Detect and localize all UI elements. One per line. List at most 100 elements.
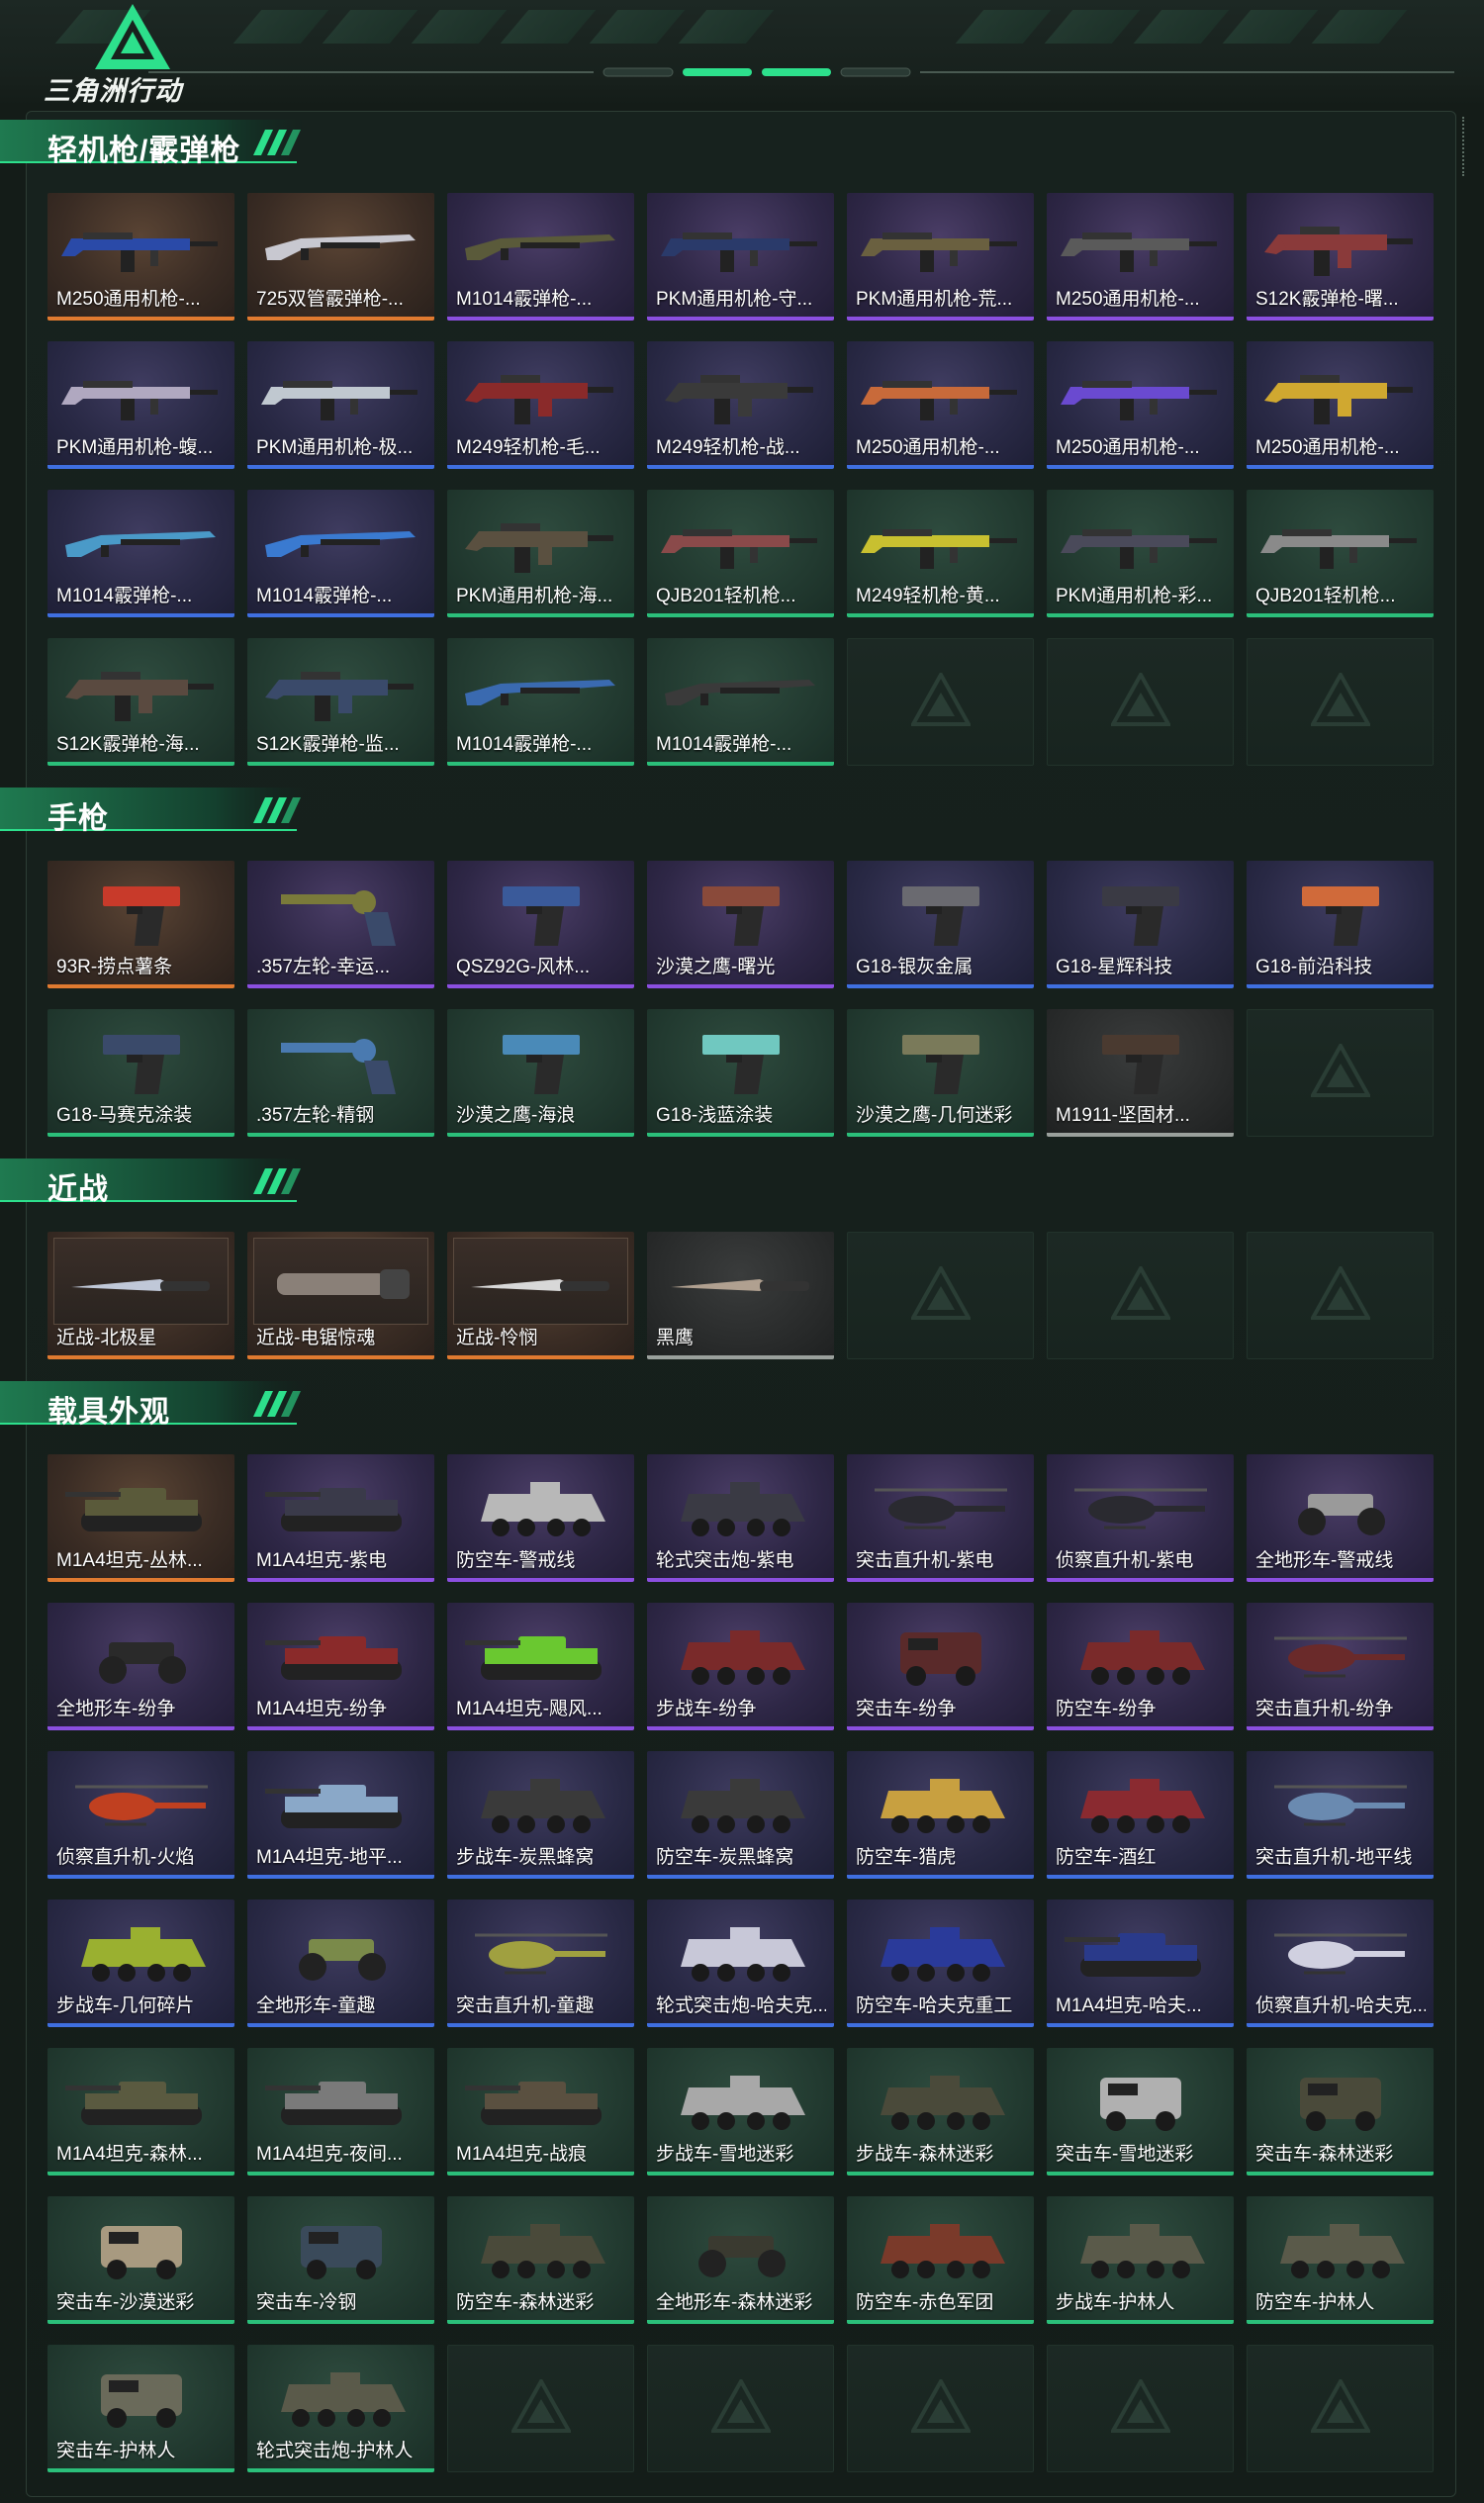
skin-card[interactable]: M1A4坦克-哈夫... xyxy=(1047,1900,1234,2027)
skin-card[interactable]: 突击车-雪地迷彩 xyxy=(1047,2048,1234,2176)
skin-card[interactable]: 步战车-几何碎片 xyxy=(47,1900,234,2027)
skin-card[interactable]: M1A4坦克-飓风... xyxy=(447,1603,634,1730)
skin-card[interactable]: G18-星辉科技 xyxy=(1047,861,1234,988)
skin-card[interactable]: 突击车-沙漠迷彩 xyxy=(47,2196,234,2324)
skin-card[interactable]: 全地形车-警戒线 xyxy=(1247,1454,1434,1582)
skin-card[interactable]: 725双管霰弹枪-... xyxy=(247,193,434,321)
scrollbar[interactable] xyxy=(1462,117,1466,176)
skin-card[interactable]: 突击直升机-童趣 xyxy=(447,1900,634,2027)
skin-card[interactable]: PKM通用机枪-荒... xyxy=(847,193,1034,321)
skin-card[interactable]: M1014霰弹枪-... xyxy=(247,490,434,617)
skin-name: M249轻机枪-毛... xyxy=(456,437,601,458)
skin-card[interactable]: M1A4坦克-战痕 xyxy=(447,2048,634,2176)
skin-card[interactable]: 突击车-护林人 xyxy=(47,2345,234,2472)
placeholder-logo-icon xyxy=(1111,1266,1170,1320)
skin-card[interactable]: G18-马赛克涂装 xyxy=(47,1009,234,1137)
skin-card[interactable]: 侦察直升机-紫电 xyxy=(1047,1454,1234,1582)
skin-card[interactable]: 防空车-猎虎 xyxy=(847,1751,1034,1879)
skin-card[interactable]: M250通用机枪-... xyxy=(847,341,1034,469)
skin-card[interactable]: 突击车-纷争 xyxy=(847,1603,1034,1730)
skin-card[interactable]: 突击车-森林迷彩 xyxy=(1247,2048,1434,2176)
skin-card[interactable]: QSZ92G-风林... xyxy=(447,861,634,988)
revolver-icon xyxy=(281,1039,396,1094)
skin-card[interactable]: 突击车-冷钢 xyxy=(247,2196,434,2324)
skin-card[interactable]: G18-银灰金属 xyxy=(847,861,1034,988)
skin-card[interactable]: S12K霰弹枪-曙... xyxy=(1247,193,1434,321)
skin-card[interactable]: 步战车-炭黑蜂窝 xyxy=(447,1751,634,1879)
skin-card[interactable]: M250通用机枪-... xyxy=(1047,193,1234,321)
skin-card[interactable]: 轮式突击炮-护林人 xyxy=(247,2345,434,2472)
skin-card[interactable]: M249轻机枪-毛... xyxy=(447,341,634,469)
skin-card[interactable]: 防空车-炭黑蜂窝 xyxy=(647,1751,834,1879)
skin-card[interactable]: M1014霰弹枪-... xyxy=(47,490,234,617)
skin-card[interactable]: 沙漠之鹰-几何迷彩 xyxy=(847,1009,1034,1137)
placeholder-logo-icon xyxy=(1111,673,1170,726)
skin-card[interactable]: 沙漠之鹰-海浪 xyxy=(447,1009,634,1137)
skin-card[interactable]: M1A4坦克-紫电 xyxy=(247,1454,434,1582)
skin-card[interactable]: M1014霰弹枪-... xyxy=(447,193,634,321)
skin-card[interactable]: 步战车-森林迷彩 xyxy=(847,2048,1034,2176)
skin-card[interactable]: 93R-捞点薯条 xyxy=(47,861,234,988)
skin-card[interactable]: 防空车-森林迷彩 xyxy=(447,2196,634,2324)
skin-card[interactable]: PKM通用机枪-海... xyxy=(447,490,634,617)
skin-card[interactable]: 防空车-赤色军团 xyxy=(847,2196,1034,2324)
skin-card[interactable]: M1A4坦克-夜间... xyxy=(247,2048,434,2176)
skin-card[interactable]: 防空车-纷争 xyxy=(1047,1603,1234,1730)
skin-card[interactable]: 步战车-雪地迷彩 xyxy=(647,2048,834,2176)
skin-card[interactable]: M1014霰弹枪-... xyxy=(447,638,634,766)
skin-card[interactable]: M249轻机枪-黄... xyxy=(847,490,1034,617)
tank-icon xyxy=(1065,1933,1201,1977)
skin-card[interactable]: M250通用机枪-... xyxy=(1247,341,1434,469)
skin-card[interactable]: 侦察直升机-火焰 xyxy=(47,1751,234,1879)
skin-card[interactable]: .357左轮-精钢 xyxy=(247,1009,434,1137)
skin-card[interactable]: M1014霰弹枪-... xyxy=(647,638,834,766)
atv-icon xyxy=(1298,1494,1385,1535)
skin-card[interactable]: PKM通用机枪-蝮... xyxy=(47,341,234,469)
skin-name: M1A4坦克-丛林... xyxy=(56,1550,203,1571)
skin-card[interactable]: 沙漠之鹰-曙光 xyxy=(647,861,834,988)
skin-card[interactable]: 近战-电锯惊魂 xyxy=(247,1232,434,1359)
skin-card[interactable]: 防空车-护林人 xyxy=(1247,2196,1434,2324)
skin-card[interactable]: QJB201轻机枪... xyxy=(647,490,834,617)
skin-card[interactable]: S12K霰弹枪-监... xyxy=(247,638,434,766)
skin-card[interactable]: QJB201轻机枪... xyxy=(1247,490,1434,617)
skin-card[interactable]: 突击直升机-纷争 xyxy=(1247,1603,1434,1730)
heli-icon xyxy=(875,1488,1007,1530)
skin-card[interactable]: 侦察直升机-哈夫克... xyxy=(1247,1900,1434,2027)
skin-card[interactable]: 轮式突击炮-哈夫克... xyxy=(647,1900,834,2027)
skin-card[interactable]: .357左轮-幸运... xyxy=(247,861,434,988)
skin-card[interactable]: M1A4坦克-纷争 xyxy=(247,1603,434,1730)
skin-card[interactable]: 突击直升机-地平线 xyxy=(1247,1751,1434,1879)
skin-card[interactable]: 步战车-纷争 xyxy=(647,1603,834,1730)
skin-card[interactable]: M1911-坚固材... xyxy=(1047,1009,1234,1137)
skin-card[interactable]: M1A4坦克-森林... xyxy=(47,2048,234,2176)
skin-card[interactable]: 全地形车-童趣 xyxy=(247,1900,434,2027)
skin-card[interactable]: 防空车-哈夫克重工 xyxy=(847,1900,1034,2027)
skin-card[interactable]: PKM通用机枪-极... xyxy=(247,341,434,469)
skin-name: .357左轮-幸运... xyxy=(256,957,391,977)
skin-card[interactable]: M1A4坦克-地平... xyxy=(247,1751,434,1879)
skin-card[interactable]: M250通用机枪-... xyxy=(1047,341,1234,469)
apc-icon xyxy=(281,2372,406,2427)
skin-name: M250通用机枪-... xyxy=(56,289,201,310)
skin-card[interactable]: 全地形车-纷争 xyxy=(47,1603,234,1730)
skin-card[interactable]: 突击直升机-紫电 xyxy=(847,1454,1034,1582)
skin-card[interactable]: M250通用机枪-... xyxy=(47,193,234,321)
skin-card[interactable]: PKM通用机枪-守... xyxy=(647,193,834,321)
skin-card[interactable]: 近战-怜悯 xyxy=(447,1232,634,1359)
skin-card[interactable]: 全地形车-森林迷彩 xyxy=(647,2196,834,2324)
skin-card[interactable]: 步战车-护林人 xyxy=(1047,2196,1234,2324)
skin-card[interactable]: S12K霰弹枪-海... xyxy=(47,638,234,766)
skin-card[interactable]: M1A4坦克-丛林... xyxy=(47,1454,234,1582)
skin-card[interactable]: 防空车-酒红 xyxy=(1047,1751,1234,1879)
skin-card[interactable]: 轮式突击炮-紫电 xyxy=(647,1454,834,1582)
skin-card[interactable]: 黑鹰 xyxy=(647,1232,834,1359)
skin-card[interactable]: 防空车-警戒线 xyxy=(447,1454,634,1582)
skin-card[interactable]: G18-前沿科技 xyxy=(1247,861,1434,988)
skin-card[interactable]: 近战-北极星 xyxy=(47,1232,234,1359)
skin-card[interactable]: PKM通用机枪-彩... xyxy=(1047,490,1234,617)
skin-name: 侦察直升机-哈夫克... xyxy=(1255,1995,1426,2016)
skin-name: 突击车-护林人 xyxy=(56,2441,176,2461)
skin-card[interactable]: M249轻机枪-战... xyxy=(647,341,834,469)
skin-card[interactable]: G18-浅蓝涂装 xyxy=(647,1009,834,1137)
